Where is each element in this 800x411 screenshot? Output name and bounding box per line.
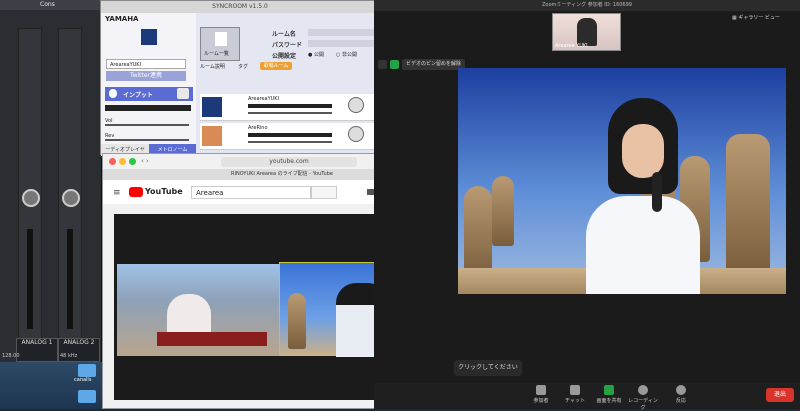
info-icon[interactable] <box>378 60 387 69</box>
share-screen-icon <box>604 385 614 395</box>
address-bar[interactable]: youtube.com <box>221 157 357 167</box>
public-radio[interactable]: ● 公開 <box>308 51 324 58</box>
zoom-window: Zoomミーティング 参加者 ID: 160699 ▦ ギャラリー ビュー Ar… <box>374 0 800 411</box>
input-meter <box>105 105 191 111</box>
member-meter <box>248 104 332 108</box>
leave-meeting-button[interactable]: 退出 <box>766 388 794 402</box>
back-forward-icon[interactable]: ‹ › <box>141 157 149 165</box>
channel-fader[interactable] <box>67 229 73 329</box>
gallery-view-button[interactable]: ▦ ギャラリー ビュー <box>732 14 780 21</box>
search-button[interactable] <box>311 186 337 199</box>
member-meter <box>248 133 332 137</box>
brand-logo: YAMAHA <box>105 15 139 23</box>
room-name-field[interactable]: AreareaYUKI <box>106 59 186 69</box>
door-icon <box>215 32 227 46</box>
unpin-video-button[interactable]: ビデオのピン留めを解除 <box>402 59 466 70</box>
chat-icon <box>570 385 580 395</box>
reactions-icon <box>676 385 686 395</box>
toolbar-reactions[interactable]: 反応 <box>664 385 698 404</box>
rev-slider[interactable] <box>105 139 189 141</box>
private-radio[interactable]: ○ 非公開 <box>336 51 357 58</box>
buffer-label: 128.00 <box>2 353 20 359</box>
vol-slider[interactable] <box>105 124 189 126</box>
menu-icon[interactable]: ≡ <box>113 188 121 198</box>
keyboard-instrument <box>157 332 267 346</box>
member-avatar <box>202 126 222 146</box>
input-header: インプット <box>105 87 193 101</box>
window-title: Zoomミーティング 参加者 ID: 160699 <box>374 0 800 11</box>
participant-thumbnail[interactable]: Arearea YUKI <box>552 13 621 51</box>
performer-video-left <box>117 264 279 356</box>
face <box>622 124 664 178</box>
room-list-button[interactable]: ルーム一覧 <box>200 27 240 61</box>
syncroom-right-panel: ルーム一覧 ルーム名 パスワード 公開設定 ● 公開 ○ 非公開 ルーム説明 タ… <box>196 13 379 156</box>
member-volume-slider[interactable] <box>248 141 332 143</box>
tooltip: クリックしてください <box>454 360 522 376</box>
window-title: SYNCROOM v1.5.0 <box>101 1 379 13</box>
input-settings-icon[interactable] <box>177 88 189 99</box>
microphone-icon <box>652 172 662 212</box>
participant-name: Arearea YUKI <box>555 43 588 49</box>
minimize-icon[interactable] <box>119 158 126 165</box>
toolbar-share-screen[interactable]: 画面を共有 <box>592 385 626 404</box>
tab-tags[interactable]: タグ <box>238 63 248 70</box>
member-row: AreRino <box>200 123 376 150</box>
folder-icon[interactable] <box>78 364 96 377</box>
participant-figure <box>577 18 597 46</box>
folder-label: canalls <box>74 377 92 383</box>
tab-room-description[interactable]: ルーム説明 <box>200 63 225 70</box>
close-icon[interactable] <box>109 158 116 165</box>
desktop: canalls <box>0 362 102 409</box>
member-volume-slider[interactable] <box>248 112 332 114</box>
youtube-wordmark: YouTube <box>145 187 183 196</box>
microphone-icon <box>109 89 117 98</box>
channel-fader[interactable] <box>27 229 33 329</box>
toolbar-chat[interactable]: チャット <box>558 385 592 404</box>
youtube-logo-icon[interactable] <box>129 187 143 197</box>
shield-icon[interactable] <box>390 60 399 69</box>
folder-icon[interactable] <box>78 390 96 403</box>
maximize-icon[interactable] <box>129 158 136 165</box>
room-name-label: ルーム名 <box>272 31 296 38</box>
channel-name: ANALOG 1 <box>16 338 58 362</box>
mixer-channel-strip <box>58 28 82 340</box>
member-row: AreareaYUKI <box>200 94 376 121</box>
search-input[interactable]: Arearea <box>191 186 311 199</box>
public-setting-label: 公開設定 <box>272 53 297 60</box>
mixer-channel-strip <box>18 28 42 340</box>
zoom-toolbar: 参加者 チャット 画面を共有 レコーディング 反応 退出 <box>374 383 800 411</box>
twitter-button[interactable]: Twitter連携 <box>106 71 186 81</box>
sample-rate-label: 48 kHz <box>60 353 78 359</box>
owner-badge: 歌唱ルーム <box>260 62 292 70</box>
syncroom-window: SYNCROOM v1.5.0 YAMAHA AreareaYUKI Twitt… <box>100 0 379 156</box>
input-label: インプット <box>123 92 153 99</box>
pan-knob[interactable] <box>22 189 40 207</box>
mixer-window: Cons ANALOG 1 ANALOG 2 128.00 48 kHz <box>0 0 142 362</box>
password-value <box>308 40 376 47</box>
toolbar-record[interactable]: レコーディング <box>626 385 660 411</box>
member-knob[interactable] <box>348 126 364 142</box>
member-knob[interactable] <box>348 97 364 113</box>
performer-figure <box>578 98 708 294</box>
member-avatar <box>202 97 222 117</box>
room-name-value <box>308 29 376 36</box>
main-video <box>458 68 786 294</box>
record-icon <box>638 385 648 395</box>
room-avatar <box>141 29 157 45</box>
password-label: パスワード <box>272 42 303 49</box>
syncroom-left-panel: YAMAHA AreareaYUKI Twitter連携 インプット Vol R… <box>101 13 196 156</box>
pan-knob[interactable] <box>62 189 80 207</box>
toolbar-participants[interactable]: 参加者 <box>524 385 558 404</box>
participants-icon <box>536 385 546 395</box>
